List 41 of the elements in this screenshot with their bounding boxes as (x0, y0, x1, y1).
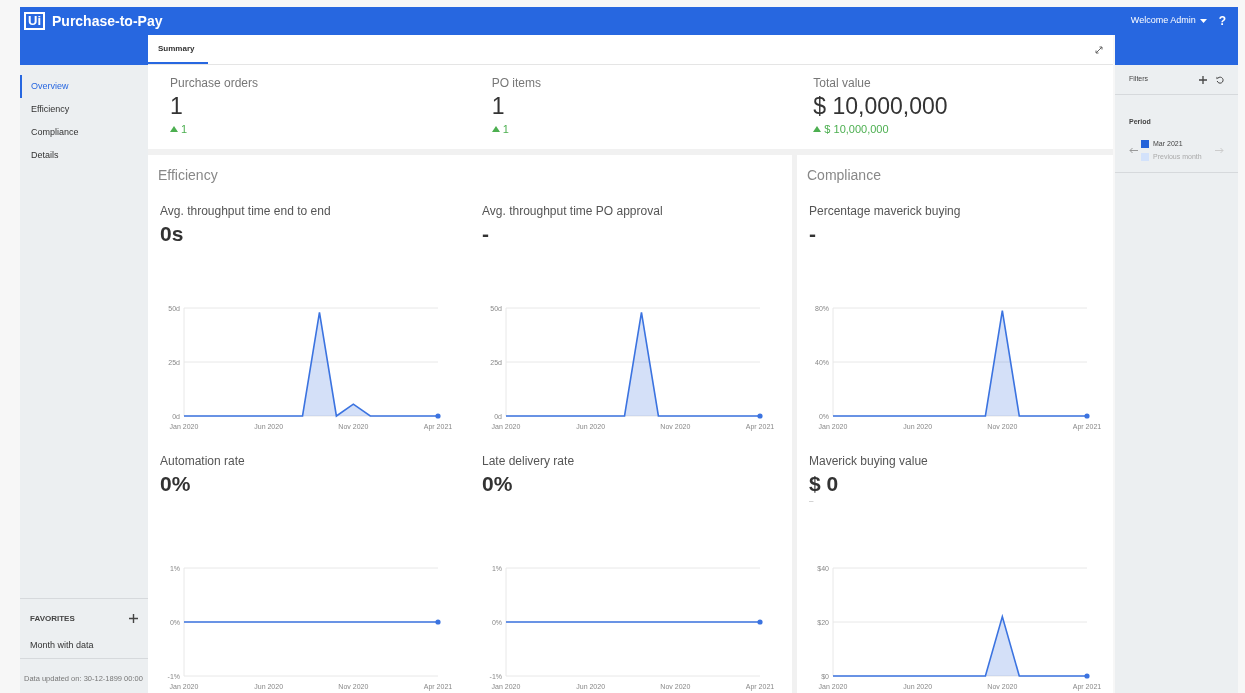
user-menu[interactable]: Welcome Admin (1130, 14, 1207, 28)
metric-value: 0% (160, 471, 192, 497)
metric-value: 0s (160, 221, 185, 247)
metric-label: Maverick buying value (809, 454, 929, 468)
kpi-label: Total value (813, 75, 871, 92)
nav-item[interactable]: Efficiency (20, 98, 148, 121)
metric-label: Percentage maverick buying (809, 204, 962, 218)
metric-label: Late delivery rate (482, 454, 576, 468)
reset-icon[interactable] (1216, 75, 1224, 84)
kpi-label: Purchase orders (170, 75, 259, 92)
nav-item[interactable]: Compliance (20, 121, 148, 144)
up-triangle-icon (813, 126, 822, 133)
caret-icon (1199, 19, 1207, 23)
expand-icon[interactable] (1095, 46, 1103, 54)
plus-icon[interactable] (129, 614, 138, 623)
kpi-value: $ 10,000,000 (813, 93, 948, 119)
section-title: Efficiency (157, 166, 219, 184)
metric-label: Automation rate (160, 454, 246, 468)
metric-label: Avg. throughput time end to end (160, 204, 332, 218)
kpi-value: 1 (491, 93, 505, 119)
help-button[interactable]: ? (1218, 12, 1226, 30)
metric-value: 0% (482, 471, 514, 497)
plus-icon[interactable] (1199, 75, 1207, 84)
metric-label: Avg. throughput time PO approval (482, 204, 664, 218)
kpi-label: PO items (491, 75, 541, 92)
up-triangle-icon (170, 126, 178, 133)
logo: Ui (24, 12, 45, 30)
app-title: Purchase-to-Pay (52, 11, 163, 31)
metric-value: - (482, 221, 490, 247)
kpi-delta: $ 10,000,000 (824, 122, 889, 137)
kpi-delta: 1 (181, 122, 188, 137)
metric-note: – (809, 497, 815, 505)
nav-item[interactable]: Details (20, 144, 148, 167)
metric-value: - (809, 221, 817, 247)
section-title: Compliance (806, 166, 882, 184)
favorites-heading: FAVORITES (30, 612, 75, 625)
favorite-item[interactable]: Month with data (20, 638, 104, 652)
metric-value: $ 0 (809, 471, 840, 497)
up-triangle-icon (491, 126, 500, 133)
kpi-value: 1 (170, 93, 183, 119)
kpi-delta: 1 (502, 122, 509, 137)
